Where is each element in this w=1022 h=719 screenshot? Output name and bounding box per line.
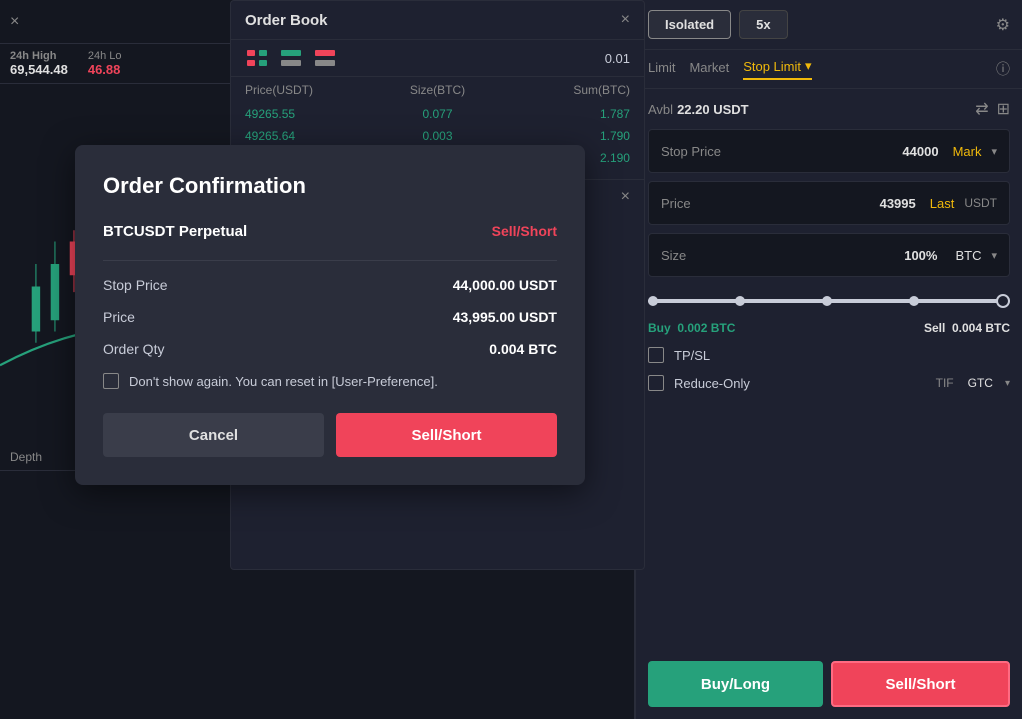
buy-long-button[interactable]: Buy/Long (648, 661, 823, 707)
price-field-label: Price (661, 196, 880, 211)
reduce-only-label: Reduce-Only (674, 376, 926, 391)
col-sum: Sum(BTC) (502, 83, 630, 97)
ob-layout-icon-3[interactable] (313, 48, 337, 68)
order-confirmation-modal: Order Confirmation BTCUSDT Perpetual Sel… (75, 145, 585, 485)
tab-limit[interactable]: Limit (648, 60, 675, 79)
modal-title: Order Confirmation (103, 173, 557, 199)
table-row: 49265.64 0.003 1.790 (245, 125, 630, 147)
orderbook-title: Order Book (245, 12, 328, 29)
price-tag[interactable]: Last (924, 194, 961, 213)
avbl-value: 22.20 USDT (677, 102, 749, 117)
tab-stop-limit-arrow: ▾ (805, 58, 812, 74)
tab-stop-limit[interactable]: Stop Limit ▾ (743, 58, 811, 80)
margin-bar: Isolated 5x ⚙ (636, 0, 1022, 50)
sell-info: Sell 0.004 BTC (924, 321, 1010, 335)
ob-layout-icon-1[interactable] (245, 48, 269, 68)
transfer-icon[interactable]: ⇄ (975, 99, 988, 119)
modal-stop-price-label: Stop Price (103, 277, 168, 293)
slider-dot-0[interactable] (648, 296, 658, 306)
modal-pair-row: BTCUSDT Perpetual Sell/Short (103, 223, 557, 240)
tif-arrow[interactable]: ▾ (1005, 378, 1010, 389)
stop-price-tag[interactable]: Mark (947, 142, 988, 161)
ob-layout-icon-2[interactable] (279, 48, 303, 68)
sell-short-modal-button[interactable]: Sell/Short (336, 413, 557, 457)
info-icon[interactable]: ⓘ (996, 59, 1010, 79)
sell-btc-value: 0.004 BTC (952, 321, 1010, 335)
modal-price-value: 43,995.00 USDT (453, 309, 557, 325)
stat-24h-low: 24h Lo 46.88 (88, 50, 122, 77)
tp-sl-label: TP/SL (674, 348, 710, 363)
modal-qty-label: Order Qty (103, 341, 164, 357)
col-price: Price(USDT) (245, 83, 373, 97)
stop-price-arrow: ▾ (991, 145, 997, 158)
order-type-tabs: Limit Market Stop Limit ▾ ⓘ (636, 50, 1022, 89)
reduce-only-checkbox[interactable] (648, 375, 664, 391)
dont-show-label: Don't show again. You can reset in [User… (129, 374, 438, 389)
col-size: Size(BTC) (373, 83, 501, 97)
buy-btc-value: 0.002 BTC (677, 321, 735, 335)
modal-side: Sell/Short (492, 223, 557, 240)
sell-short-main-button[interactable]: Sell/Short (831, 661, 1010, 707)
size-field-label: Size (661, 248, 904, 263)
slider-container[interactable] (636, 285, 1022, 317)
avbl-row: Avbl 22.20 USDT ⇄ ⊞ (636, 89, 1022, 129)
modal-price-label: Price (103, 309, 135, 325)
leverage-button[interactable]: 5x (739, 10, 787, 39)
tp-sl-checkbox[interactable] (648, 347, 664, 363)
modal-buttons: Cancel Sell/Short (103, 413, 557, 457)
buy-sell-info: Buy 0.002 BTC Sell 0.004 BTC (636, 317, 1022, 339)
tab-market[interactable]: Market (689, 60, 729, 79)
cancel-button[interactable]: Cancel (103, 413, 324, 457)
price-field[interactable]: Price 43995 Last USDT (648, 181, 1010, 225)
modal-pair-name: BTCUSDT Perpetual (103, 223, 247, 240)
size-unit-tag[interactable]: BTC (949, 246, 987, 265)
orderbook-header: Order Book × (231, 1, 644, 40)
trades-close-btn[interactable]: × (621, 188, 630, 206)
size-field-value: 100% (904, 248, 937, 263)
dont-show-row: Don't show again. You can reset in [User… (103, 373, 557, 389)
slider-dot-50[interactable] (822, 296, 832, 306)
slider-dot-100[interactable] (996, 294, 1010, 308)
modal-stop-price-value: 44,000.00 USDT (453, 277, 557, 293)
action-buttons: Buy/Long Sell/Short (636, 649, 1022, 719)
table-row: 49265.55 0.077 1.787 (245, 103, 630, 125)
stat-24h-high: 24h High 69,544.48 (10, 50, 68, 77)
modal-qty-value: 0.004 BTC (489, 341, 557, 357)
size-arrow: ▾ (991, 249, 997, 262)
modal-divider-1 (103, 260, 557, 261)
stop-price-field[interactable]: Stop Price 44000 Mark ▾ (648, 129, 1010, 173)
orderbook-close-btn[interactable]: × (621, 11, 630, 29)
calculator-icon[interactable]: ⊞ (997, 99, 1010, 119)
orderbook-toolbar: 0.01 (231, 40, 644, 77)
sell-label: Sell (924, 321, 945, 335)
modal-price-row: Price 43,995.00 USDT (103, 309, 557, 325)
price-field-value: 43995 (880, 196, 916, 211)
modal-qty-row: Order Qty 0.004 BTC (103, 341, 557, 357)
stop-price-field-value: 44000 (902, 144, 938, 159)
slider-dot-25[interactable] (735, 296, 745, 306)
tif-value: GTC (968, 376, 993, 390)
size-field[interactable]: Size 100% BTC ▾ (648, 233, 1010, 277)
slider-dots (648, 296, 1010, 310)
dont-show-checkbox[interactable] (103, 373, 119, 389)
modal-stop-price-row: Stop Price 44,000.00 USDT (103, 277, 557, 293)
tab-stop-limit-label: Stop Limit (743, 59, 801, 74)
price-unit: USDT (964, 196, 997, 210)
tp-sl-row: TP/SL (636, 339, 1022, 371)
slider-dot-75[interactable] (909, 296, 919, 306)
ob-size-select[interactable]: 0.01 (605, 51, 630, 66)
avbl-actions: ⇄ ⊞ (975, 99, 1010, 119)
buy-label: Buy (648, 321, 671, 335)
buy-info: Buy 0.002 BTC (648, 321, 735, 335)
isolated-button[interactable]: Isolated (648, 10, 731, 39)
orderbook-columns: Price(USDT) Size(BTC) Sum(BTC) (231, 77, 644, 103)
avbl-label: Avbl (648, 102, 673, 117)
tif-label: TIF (936, 376, 954, 390)
settings-icon[interactable]: ⚙ (996, 15, 1010, 35)
stop-price-field-label: Stop Price (661, 144, 902, 159)
reduce-only-row: Reduce-Only TIF GTC ▾ (636, 371, 1022, 395)
close-icon-left[interactable]: × (10, 13, 19, 31)
right-panel: Isolated 5x ⚙ Limit Market Stop Limit ▾ … (635, 0, 1022, 719)
